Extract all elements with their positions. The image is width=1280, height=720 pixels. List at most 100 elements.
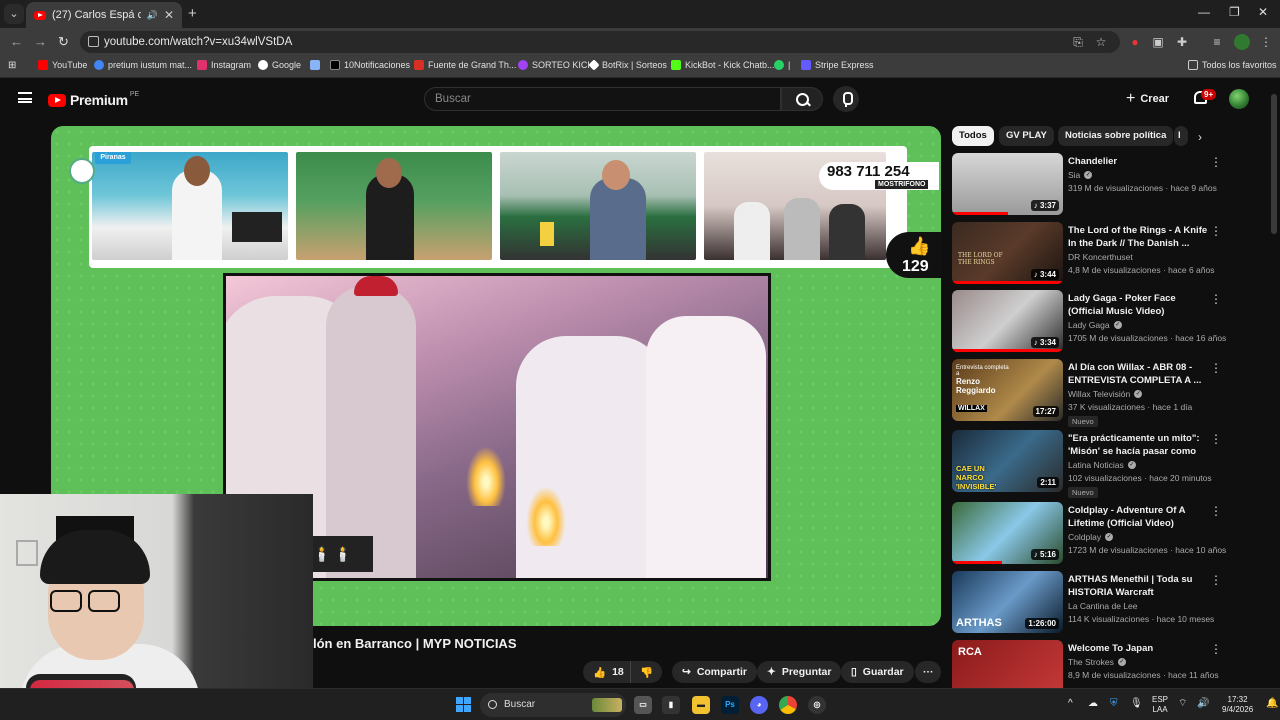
youtube-premium-logo[interactable]: Premium PE bbox=[48, 91, 139, 108]
bookmark-x-notificaciones[interactable]: 10Notificaciones bbox=[330, 60, 410, 70]
tab-close-icon[interactable]: ✕ bbox=[164, 8, 174, 22]
recommendation-title[interactable]: ARTHAS Menethil | Toda su HISTORIA Warcr… bbox=[1068, 573, 1208, 599]
recommendation-item[interactable]: ♪ 5:16 Coldplay - Adventure Of A Lifetime… bbox=[952, 502, 1268, 568]
extensions-puzzle-icon[interactable]: ✚ bbox=[1175, 35, 1189, 49]
bookmark-stripe[interactable]: Stripe Express bbox=[801, 60, 874, 70]
create-button[interactable]: + Crear bbox=[1126, 90, 1169, 108]
extension-red-icon[interactable]: ● bbox=[1128, 35, 1142, 49]
bookmark-pretium[interactable]: pretium iustum mat... bbox=[94, 60, 192, 70]
chip-noticias-politica[interactable]: Noticias sobre política bbox=[1058, 126, 1174, 146]
extension-icon[interactable]: ▣ bbox=[1151, 35, 1165, 49]
chrome-menu-icon[interactable]: ⋮ bbox=[1259, 35, 1273, 49]
app-icon-circle[interactable]: ◎ bbox=[808, 696, 826, 714]
speaker-icon[interactable]: 🔊 bbox=[147, 10, 158, 21]
tray-shield-icon[interactable]: ⛨ bbox=[1110, 699, 1118, 709]
new-tab-button[interactable]: + bbox=[188, 5, 197, 22]
clock[interactable]: 17:32 9/4/2026 bbox=[1222, 695, 1253, 715]
bookmark-instagram[interactable]: Instagram bbox=[197, 60, 251, 70]
chevron-right-icon[interactable]: › bbox=[1198, 130, 1202, 144]
apps-grid-icon[interactable]: ⊞ bbox=[8, 60, 16, 71]
video-thumbnail[interactable]: ♪ 5:16 bbox=[952, 502, 1063, 564]
video-thumbnail[interactable]: CAE UN NARCO 'INVISIBLE' 2:11 bbox=[952, 430, 1063, 492]
recommendation-title[interactable]: Lady Gaga - Poker Face (Official Music V… bbox=[1068, 292, 1208, 318]
channel-name[interactable]: Coldplay ✓ bbox=[1068, 532, 1114, 542]
more-options-icon[interactable]: ⋮ bbox=[1210, 361, 1222, 375]
restore-icon[interactable]: ❐ bbox=[1229, 5, 1240, 19]
recommendation-item[interactable]: THE LORD OF THE RINGS ♪ 3:44 The Lord of t… bbox=[952, 222, 1268, 288]
discord-icon[interactable]: ◕ bbox=[750, 696, 768, 714]
channel-name[interactable]: La Cantina de Lee bbox=[1068, 601, 1137, 611]
video-thumbnail[interactable]: ARTHAS 1:26:00 bbox=[952, 571, 1063, 633]
recommendation-item[interactable]: ♪ 3:37 Chandelier Sia ✓ 319 M de visualizaci… bbox=[952, 153, 1268, 219]
channel-name[interactable]: Latina Noticias ✓ bbox=[1068, 460, 1136, 470]
channel-name[interactable]: The Strokes ✓ bbox=[1068, 657, 1126, 667]
file-explorer-icon[interactable]: ▬ bbox=[692, 696, 710, 714]
all-bookmarks-folder[interactable]: Todos los favoritos bbox=[1188, 60, 1277, 70]
reading-list-icon[interactable]: ≡ bbox=[1210, 35, 1224, 49]
more-options-icon[interactable]: ⋮ bbox=[1210, 155, 1222, 169]
voice-search-icon[interactable] bbox=[833, 86, 859, 112]
app-icon-gray[interactable]: ▮ bbox=[662, 696, 680, 714]
channel-name[interactable]: Sia ✓ bbox=[1068, 170, 1093, 180]
tab-search-button[interactable]: ⌄ bbox=[4, 4, 24, 24]
chip-todos[interactable]: Todos bbox=[952, 126, 994, 146]
bookmark-whatsapp[interactable]: | bbox=[774, 60, 790, 70]
bookmark-google[interactable]: Google bbox=[258, 60, 301, 70]
more-options-icon[interactable]: ⋮ bbox=[1210, 573, 1222, 587]
video-thumbnail[interactable]: THE LORD OF THE RINGS ♪ 3:44 bbox=[952, 222, 1063, 284]
tray-bell-icon[interactable]: 🔔 bbox=[1266, 699, 1278, 709]
reload-icon[interactable]: ↻ bbox=[58, 34, 69, 50]
recommendation-item[interactable]: ARTHAS 1:26:00 ARTHAS Menethil | Toda su H… bbox=[952, 571, 1268, 637]
install-app-icon[interactable]: ⎘ bbox=[1071, 35, 1085, 49]
chrome-taskbar-icon[interactable] bbox=[779, 696, 797, 714]
chip-gv-play[interactable]: GV PLAY bbox=[999, 126, 1054, 146]
channel-name[interactable]: DR Koncerthuset bbox=[1068, 252, 1133, 262]
site-info-icon[interactable] bbox=[88, 36, 99, 47]
forward-icon[interactable]: → bbox=[34, 34, 47, 49]
video-thumbnail[interactable]: ♪ 3:37 bbox=[952, 153, 1063, 215]
minimize-icon[interactable]: — bbox=[1198, 5, 1210, 19]
share-button[interactable]: ↪ Compartir bbox=[672, 661, 757, 683]
tray-mic-icon[interactable]: 🎙 bbox=[1130, 699, 1143, 709]
like-button[interactable]: 👍 18 bbox=[583, 661, 632, 683]
ask-button[interactable]: ✦ Preguntar bbox=[757, 661, 842, 683]
profile-avatar[interactable] bbox=[1234, 34, 1250, 50]
save-button[interactable]: ▯ Guardar bbox=[841, 661, 914, 683]
hamburger-menu-icon[interactable] bbox=[18, 92, 32, 103]
tray-volume-icon[interactable]: 🔊 bbox=[1197, 699, 1209, 709]
close-window-icon[interactable]: ✕ bbox=[1258, 5, 1268, 19]
active-tab[interactable]: (27) Carlos Espá cierra camp 🔊 ✕ bbox=[26, 2, 182, 28]
bookmark-sorteo-kick[interactable]: SORTEO KICK bbox=[518, 60, 593, 70]
bookmark-unnamed[interactable] bbox=[310, 60, 320, 70]
tray-chevron-icon[interactable]: ^ bbox=[1068, 699, 1073, 709]
recommendation-title[interactable]: "Era prácticamente un mito": 'Misón' se … bbox=[1068, 432, 1208, 458]
search-button[interactable] bbox=[781, 87, 823, 111]
windows-start-icon[interactable] bbox=[456, 697, 471, 712]
task-view-icon[interactable]: ▭ bbox=[634, 696, 652, 714]
chip-partial[interactable]: I bbox=[1174, 126, 1188, 146]
more-options-icon[interactable]: ⋮ bbox=[1210, 224, 1222, 238]
address-bar[interactable]: youtube.com/watch?v=xu34wlVStDA bbox=[80, 31, 1120, 53]
tray-wifi-icon[interactable]: ⌔ bbox=[1178, 699, 1187, 709]
back-icon[interactable]: ← bbox=[10, 34, 23, 49]
tray-network-icon[interactable]: ☁ bbox=[1088, 699, 1098, 709]
bookmark-botrix[interactable]: BotRix | Sorteos bbox=[588, 59, 667, 71]
photoshop-icon[interactable]: Ps bbox=[721, 696, 739, 714]
recommendation-title[interactable]: The Lord of the Rings - A Knife In the D… bbox=[1068, 224, 1208, 250]
language-indicator[interactable]: ESP LAA bbox=[1152, 695, 1168, 715]
recommendation-item[interactable]: CAE UN NARCO 'INVISIBLE' 2:11 "Era práctic… bbox=[952, 430, 1268, 498]
bookmark-gta[interactable]: Fuente de Grand Th... bbox=[414, 60, 516, 70]
dislike-button[interactable]: 👎 bbox=[630, 661, 663, 683]
more-options-icon[interactable]: ⋮ bbox=[1210, 642, 1222, 656]
video-thumbnail[interactable]: ♪ 3:34 bbox=[952, 290, 1063, 352]
recommendation-title[interactable]: Al Día con Willax - ABR 08 - ENTREVISTA … bbox=[1068, 361, 1208, 387]
recommendation-title[interactable]: Coldplay - Adventure Of A Lifetime (Offi… bbox=[1068, 504, 1208, 530]
video-thumbnail[interactable]: Entrevista completa a Renzo Reggiardo WILL… bbox=[952, 359, 1063, 421]
recommendation-item[interactable]: ♪ 3:34 Lady Gaga - Poker Face (Official M… bbox=[952, 290, 1268, 356]
more-options-icon[interactable]: ⋮ bbox=[1210, 432, 1222, 446]
search-input[interactable]: Buscar bbox=[424, 87, 781, 111]
page-scrollbar[interactable] bbox=[1271, 94, 1277, 234]
more-actions-button[interactable]: ··· bbox=[915, 661, 941, 683]
bookmark-youtube[interactable]: YouTube bbox=[38, 60, 87, 70]
channel-name[interactable]: Lady Gaga ✓ bbox=[1068, 320, 1122, 330]
